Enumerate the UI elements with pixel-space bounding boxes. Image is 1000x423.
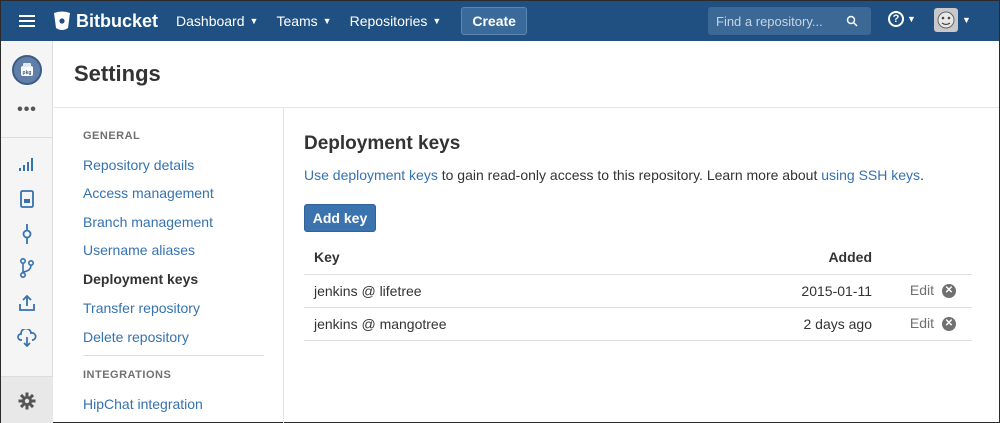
hamburger-icon bbox=[19, 15, 35, 27]
deployment-keys-table: Key Added jenkins @ lifetree 2015-01-11 … bbox=[304, 241, 972, 341]
nav-access-management[interactable]: Access management bbox=[83, 185, 214, 201]
repository-avatar[interactable]: pkg bbox=[12, 55, 42, 85]
nav-dashboard[interactable]: Dashboard ▼ bbox=[176, 13, 258, 29]
page-header: Settings bbox=[54, 41, 999, 108]
rail-source-button[interactable] bbox=[1, 186, 53, 212]
nav-dashboard-label: Dashboard bbox=[176, 13, 245, 29]
nav-divider bbox=[83, 355, 264, 356]
user-menu[interactable]: ▼ bbox=[934, 8, 971, 32]
gear-icon bbox=[18, 392, 36, 409]
table-row: jenkins @ lifetree 2015-01-11 Edit ✕ bbox=[304, 274, 972, 308]
top-navigation-bar: Bitbucket Dashboard ▼ Teams ▼ Repositori… bbox=[1, 1, 999, 41]
general-heading: GENERAL bbox=[83, 130, 141, 142]
row-actions: Edit ✕ bbox=[890, 274, 972, 308]
settings-navigation: GENERAL Repository details Access manage… bbox=[54, 108, 284, 423]
search-icon[interactable] bbox=[846, 15, 858, 27]
column-header-added: Added bbox=[659, 241, 890, 275]
deployment-keys-link[interactable]: Use deployment keys bbox=[304, 167, 438, 183]
chevron-down-icon: ▼ bbox=[907, 14, 916, 24]
description-text: to gain read-only access to this reposit… bbox=[437, 167, 822, 183]
column-header-actions bbox=[890, 241, 972, 275]
edit-key-link[interactable]: Edit bbox=[910, 315, 934, 331]
chevron-down-icon: ▼ bbox=[322, 16, 332, 26]
help-icon: ? bbox=[888, 11, 904, 27]
row-actions: Edit ✕ bbox=[890, 307, 972, 341]
remove-circle-icon[interactable]: ✕ bbox=[942, 316, 956, 331]
help-menu[interactable]: ? ▼ bbox=[888, 11, 916, 27]
edit-key-link[interactable]: Edit bbox=[910, 282, 934, 298]
rail-commits-button[interactable] bbox=[1, 221, 53, 247]
section-title: Deployment keys bbox=[304, 133, 461, 154]
chevron-down-icon: ▼ bbox=[249, 16, 259, 26]
bar-chart-icon bbox=[19, 158, 33, 171]
ssh-keys-link[interactable]: using SSH keys bbox=[821, 167, 920, 183]
user-face-icon bbox=[937, 11, 955, 29]
hamburger-menu-button[interactable] bbox=[1, 1, 53, 41]
search-input[interactable] bbox=[716, 13, 846, 29]
nav-teams-label: Teams bbox=[276, 13, 318, 29]
repository-avatar-text: pkg bbox=[23, 70, 32, 76]
branch-icon bbox=[20, 258, 35, 278]
rail-divider bbox=[1, 137, 53, 138]
bitbucket-bucket-icon bbox=[54, 11, 70, 30]
table-header-row: Key Added bbox=[304, 241, 972, 275]
brand-name: Bitbucket bbox=[76, 10, 159, 31]
bitbucket-logo[interactable]: Bitbucket bbox=[53, 11, 158, 32]
cloud-download-icon bbox=[17, 329, 37, 347]
integrations-heading: INTEGRATIONS bbox=[83, 369, 172, 381]
section-description: Use deployment keys to gain read-only ac… bbox=[304, 167, 924, 183]
column-header-key: Key bbox=[304, 241, 660, 275]
key-label: jenkins @ lifetree bbox=[304, 274, 660, 308]
nav-deployment-keys[interactable]: Deployment keys bbox=[83, 271, 198, 287]
description-period: . bbox=[920, 167, 924, 183]
nav-repositories-label: Repositories bbox=[349, 13, 428, 29]
nav-repository-details[interactable]: Repository details bbox=[83, 157, 194, 173]
document-icon bbox=[20, 190, 34, 208]
nav-transfer-repository[interactable]: Transfer repository bbox=[83, 300, 200, 316]
page-title: Settings bbox=[74, 61, 161, 86]
nav-branch-management[interactable]: Branch management bbox=[83, 214, 213, 230]
repository-package-icon: pkg bbox=[21, 63, 33, 76]
chevron-down-icon: ▼ bbox=[432, 16, 442, 26]
nav-username-aliases[interactable]: Username aliases bbox=[83, 242, 195, 258]
rail-overview-button[interactable] bbox=[1, 151, 53, 177]
repository-sidebar: pkg ••• bbox=[1, 41, 53, 423]
rail-downloads-button[interactable] bbox=[1, 325, 53, 351]
rail-settings-button[interactable] bbox=[1, 376, 53, 423]
commit-icon bbox=[22, 224, 32, 244]
rail-branches-button[interactable] bbox=[1, 255, 53, 281]
nav-repositories[interactable]: Repositories ▼ bbox=[350, 13, 442, 29]
nav-teams[interactable]: Teams ▼ bbox=[276, 13, 331, 29]
nav-hipchat-integration[interactable]: HipChat integration bbox=[83, 396, 203, 412]
key-label: jenkins @ mangotree bbox=[304, 307, 660, 341]
rail-pull-requests-button[interactable] bbox=[1, 290, 53, 316]
add-key-button[interactable]: Add key bbox=[304, 204, 376, 232]
key-added-date: 2 days ago bbox=[659, 307, 890, 341]
repository-search bbox=[708, 7, 871, 35]
more-actions-button[interactable]: ••• bbox=[1, 101, 53, 119]
upload-icon bbox=[19, 294, 35, 311]
chevron-down-icon: ▼ bbox=[962, 15, 971, 25]
user-avatar bbox=[934, 8, 958, 32]
remove-circle-icon[interactable]: ✕ bbox=[942, 283, 956, 298]
create-button[interactable]: Create bbox=[461, 7, 527, 35]
key-added-date: 2015-01-11 bbox=[659, 274, 890, 308]
table-row: jenkins @ mangotree 2 days ago Edit ✕ bbox=[304, 307, 972, 341]
nav-delete-repository[interactable]: Delete repository bbox=[83, 329, 189, 345]
